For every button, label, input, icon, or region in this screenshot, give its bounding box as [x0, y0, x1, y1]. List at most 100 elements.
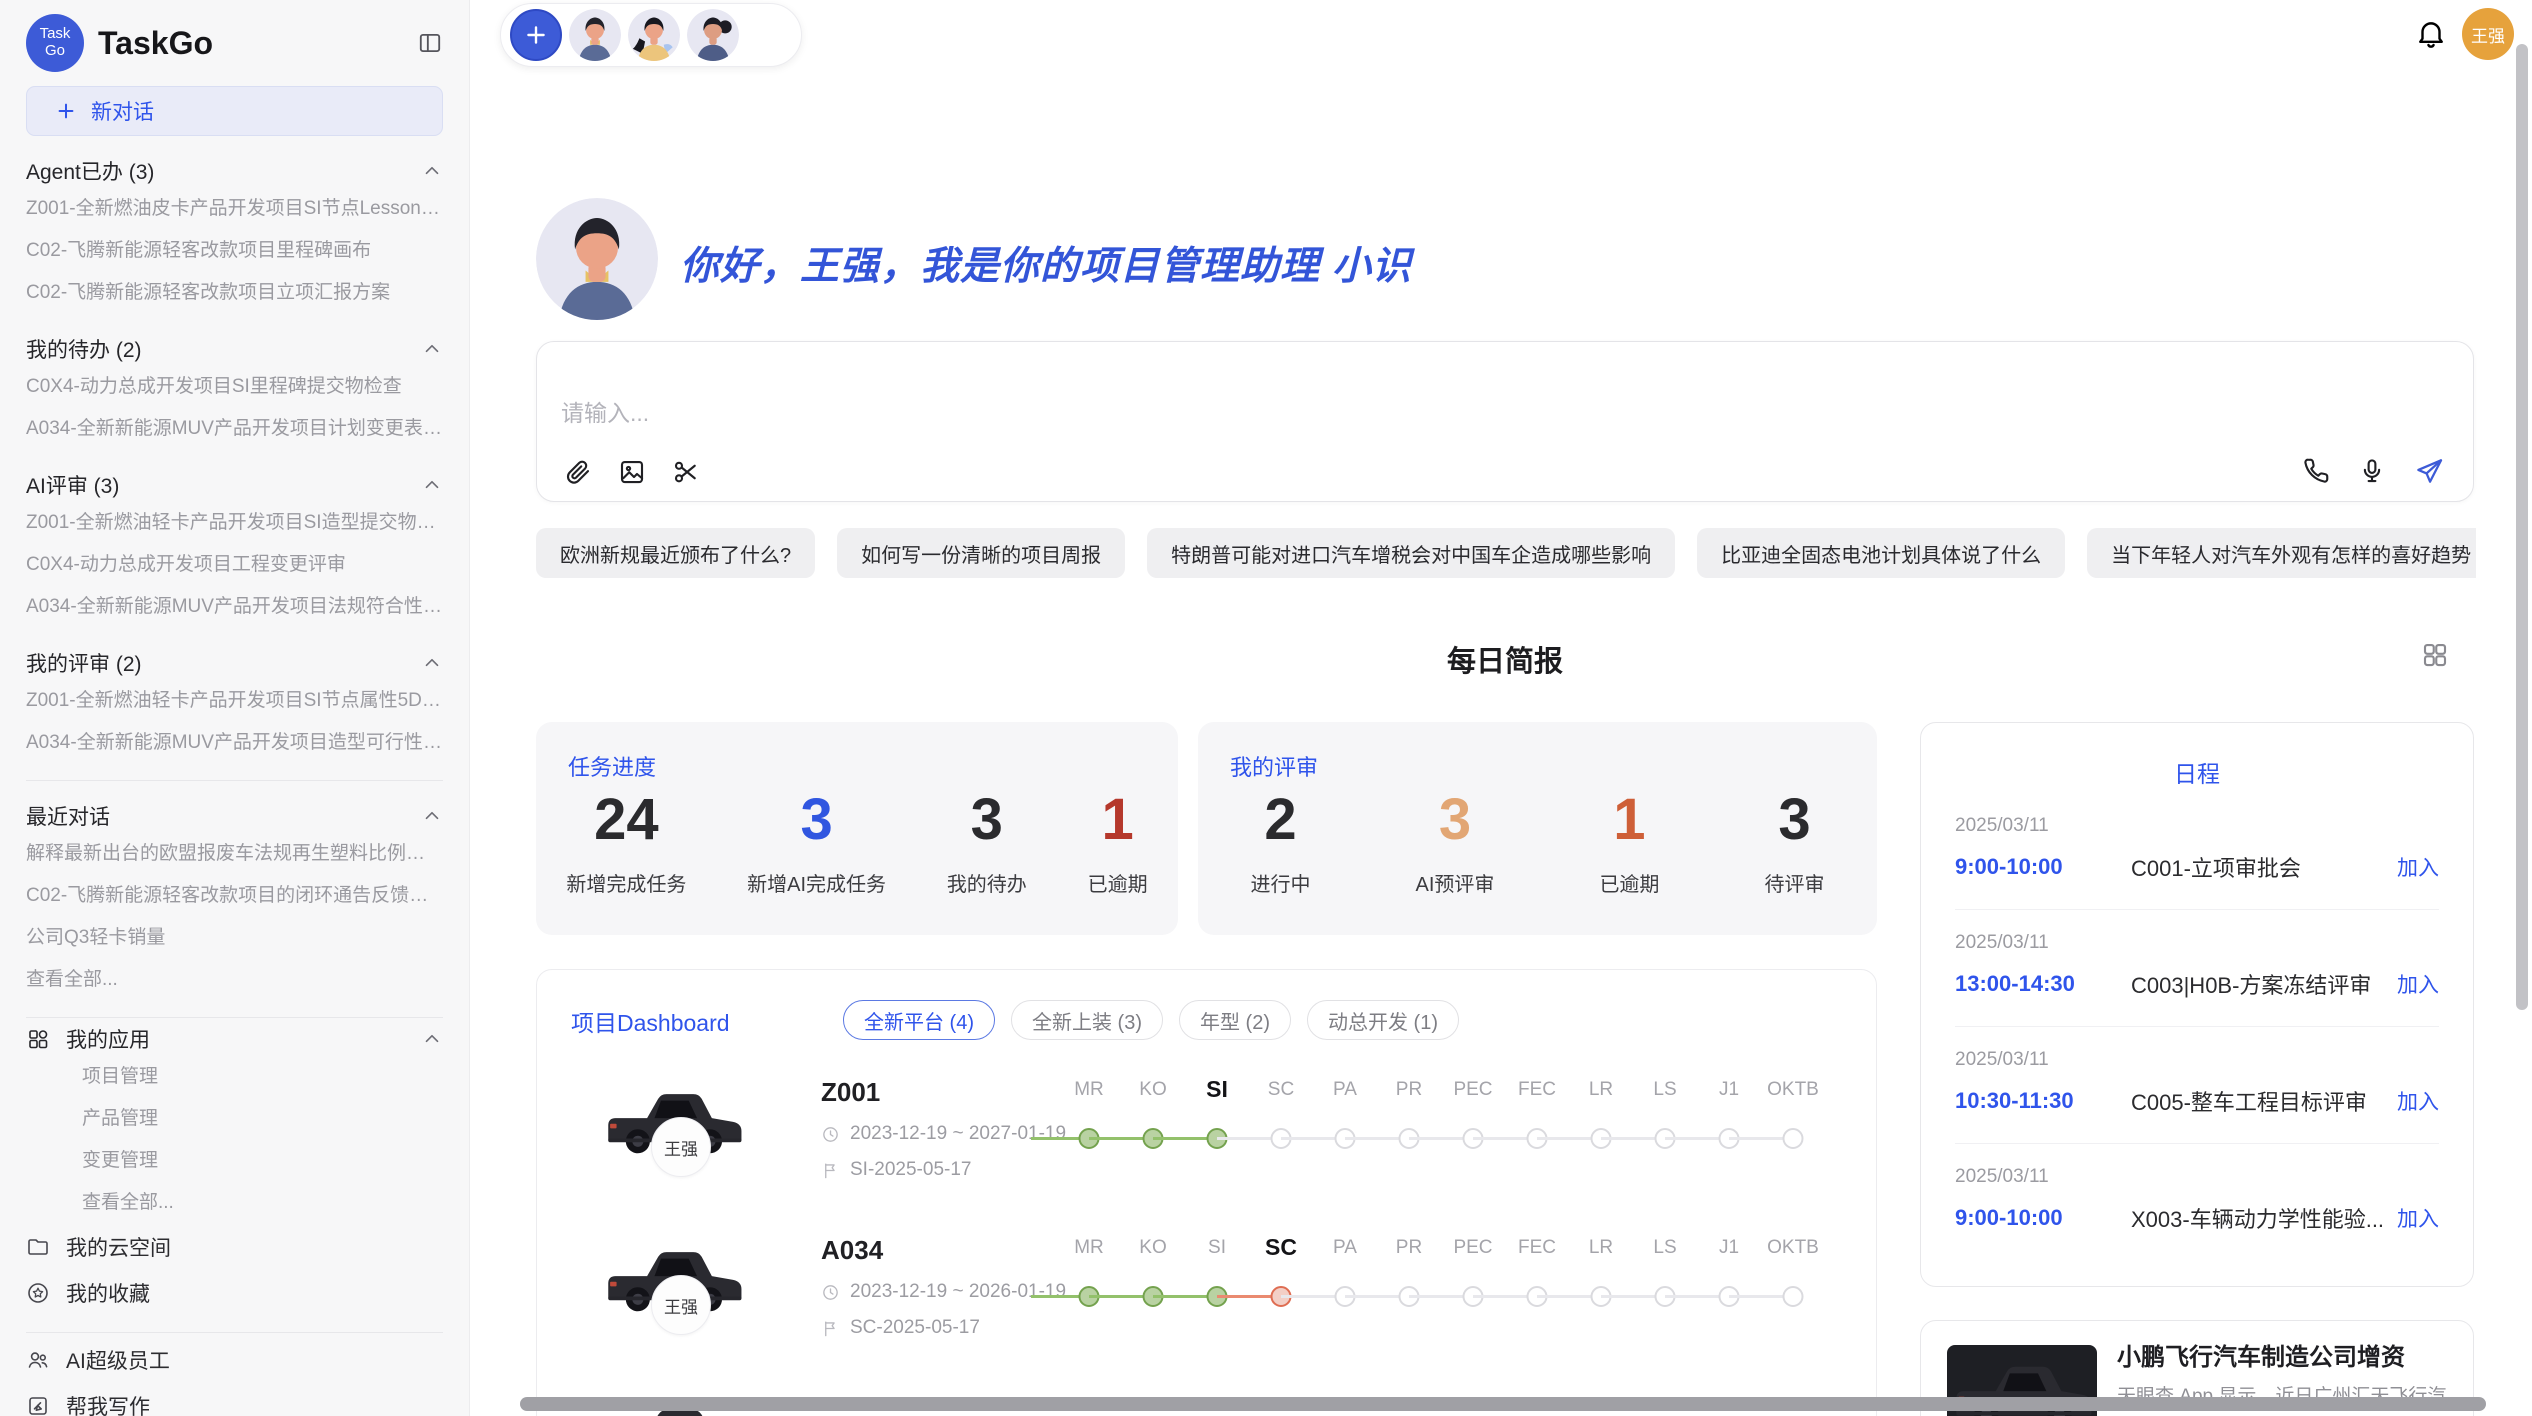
stat-新增完成任务: 24新增完成任务: [566, 788, 686, 897]
sidebar-item-label: 我的云空间: [66, 1232, 171, 1262]
greeting-text: 你好，王强，我是你的项目管理助理 小识: [680, 235, 1412, 291]
sidebar-section-header[interactable]: 我的评审 (2): [26, 646, 443, 680]
main-area: 王强 你好，王强，我是你的项目管理助理 小识 欧洲新规最近颁布了什么? 如何写一份…: [470, 0, 2532, 1416]
recent-view-all-link[interactable]: 查看全部...: [26, 959, 443, 1001]
milestone-FEC: FEC: [1505, 1077, 1569, 1163]
milestone-OKTB: OKTB: [1761, 1235, 1825, 1321]
app-item[interactable]: 项目管理: [26, 1056, 443, 1098]
send-button[interactable]: [2413, 455, 2445, 487]
sidebar-item[interactable]: A034-全新新能源MUV产品开发项目计划变更表编写: [26, 408, 443, 450]
new-chat-button[interactable]: 新对话: [26, 86, 443, 136]
suggestion-chip-2[interactable]: 特朗普可能对进口汽车增税会对中国车企造成哪些影响: [1147, 528, 1675, 578]
sidebar-item[interactable]: Z001-全新燃油轻卡产品开发项目SI节点属性5D文件评审: [26, 680, 443, 722]
milestone-label: SC: [1249, 1079, 1313, 1101]
voice-call-button[interactable]: [2301, 456, 2331, 486]
dashboard-tab-2[interactable]: 年型 (2): [1179, 1000, 1291, 1040]
stat-value: 3: [800, 788, 832, 852]
panel-collapse-icon: [417, 30, 443, 56]
view-all-schedule-link[interactable]: 查看所有日程: [1921, 1260, 2473, 1287]
milestone-label: PEC: [1441, 1079, 1505, 1101]
sidebar-item[interactable]: Z001-全新燃油轻卡产品开发项目SI造型提交物评审: [26, 502, 443, 544]
sidebar-section-header[interactable]: Agent已办 (3): [26, 154, 443, 188]
milestone-label: LS: [1633, 1237, 1697, 1259]
chevron-up-icon: [421, 338, 443, 360]
app-logo: Task Go: [26, 14, 84, 72]
suggestion-chip-1[interactable]: 如何写一份清晰的项目周报: [837, 528, 1125, 578]
recent-conversation-item[interactable]: C02-飞腾新能源轻客改款项目的闭环通告反馈情况: [26, 875, 443, 917]
sidebar-item[interactable]: C0X4-动力总成开发项目SI里程碑提交物检查: [26, 366, 443, 408]
sidebar-item[interactable]: A034-全新新能源MUV产品开发项目造型可行性评审: [26, 722, 443, 764]
briefing-layout-button[interactable]: [2420, 640, 2450, 670]
join-meeting-link[interactable]: 加入: [2397, 969, 2439, 999]
recent-conversation-item[interactable]: 公司Q3轻卡销量: [26, 917, 443, 959]
stat-value: 24: [594, 788, 659, 852]
schedule-item-2: 2025/03/1110:30-11:30C005-整车工程目标评审加入: [1955, 1027, 2439, 1144]
daily-briefing-title: 每日简报: [536, 638, 2474, 680]
milestone-PA: PA: [1313, 1077, 1377, 1163]
dashboard-tab-0[interactable]: 全新平台 (4): [843, 1000, 995, 1040]
agent-avatar[interactable]: [628, 9, 680, 61]
card-title: 我的评审: [1230, 750, 1318, 782]
sidebar-item-favorites[interactable]: 我的收藏: [26, 1270, 443, 1316]
milestone-PR: PR: [1377, 1235, 1441, 1321]
schedule-event-title: C003|H0B-方案冻结评审: [2131, 968, 2385, 1000]
schedule-event-title: C001-立项审批会: [2131, 851, 2385, 883]
milestone-SC: SC: [1249, 1235, 1313, 1321]
user-avatar[interactable]: 王强: [2462, 8, 2514, 60]
sidebar-section-1: 我的待办 (2)C0X4-动力总成开发项目SI里程碑提交物检查A034-全新新能…: [26, 332, 443, 450]
agent-avatar[interactable]: [569, 9, 621, 61]
mic-icon: [2357, 456, 2387, 486]
dashboard-tab-1[interactable]: 全新上装 (3): [1011, 1000, 1163, 1040]
agent-avatar[interactable]: [687, 9, 739, 61]
sidebar-section-header[interactable]: AI评审 (3): [26, 468, 443, 502]
sidebar: Task Go TaskGo 新对话 Agent已办 (3)Z001-全新燃油皮…: [0, 0, 470, 1416]
recent-conversation-item[interactable]: 解释最新出台的欧盟报废车法规再生塑料比例被调至15%...: [26, 833, 443, 875]
clock-icon: [821, 1125, 840, 1144]
ai-staff-icon: [26, 1348, 50, 1372]
milestone-J1: J1: [1697, 1077, 1761, 1163]
sidebar-item-ai-staff[interactable]: AI超级员工: [26, 1337, 443, 1383]
sidebar-collapse-button[interactable]: [417, 30, 443, 56]
recent-section-header[interactable]: 最近对话: [26, 799, 443, 833]
composer-input[interactable]: [561, 400, 1761, 427]
sidebar-shortcuts: 我的云空间我的收藏: [26, 1224, 443, 1316]
schedule-item-1: 2025/03/1113:00-14:30C003|H0B-方案冻结评审加入: [1955, 910, 2439, 1027]
sidebar-item[interactable]: A034-全新新能源MUV产品开发项目法规符合性评审: [26, 586, 443, 628]
add-session-button[interactable]: [510, 9, 562, 61]
microphone-button[interactable]: [2357, 456, 2387, 486]
suggestion-chip-3[interactable]: 比亚迪全固态电池计划具体说了什么: [1697, 528, 2065, 578]
apps-view-all-link[interactable]: 查看全部...: [26, 1182, 443, 1224]
sidebar-item[interactable]: Z001-全新燃油皮卡产品开发项目SI节点Lesson Learn报告: [26, 188, 443, 230]
my-apps: 我的应用项目管理产品管理变更管理查看全部...: [26, 1022, 443, 1224]
sidebar-section-header[interactable]: 我的待办 (2): [26, 332, 443, 366]
app-item[interactable]: 产品管理: [26, 1098, 443, 1140]
join-meeting-link[interactable]: 加入: [2397, 1086, 2439, 1116]
sidebar-item[interactable]: C02-飞腾新能源轻客改款项目立项汇报方案: [26, 272, 443, 314]
news-title: 小鹏飞行汽车制造公司增资: [2117, 1337, 2405, 1372]
sidebar-header: Task Go TaskGo: [26, 12, 443, 74]
flag-icon: [821, 1319, 840, 1338]
vertical-scrollbar[interactable]: [2516, 44, 2528, 1010]
join-meeting-link[interactable]: 加入: [2397, 1203, 2439, 1233]
project-list: 王强Z0012023-12-19 ~ 2027-01-19SI-2025-05-…: [537, 1073, 1876, 1416]
milestone-label: LS: [1633, 1079, 1697, 1101]
dashboard-tab-3[interactable]: 动总开发 (1): [1307, 1000, 1459, 1040]
suggestion-chip-4[interactable]: 当下年轻人对汽车外观有怎样的喜好趋势: [2087, 528, 2476, 578]
image-icon: [617, 457, 647, 487]
suggestion-chip-0[interactable]: 欧洲新规最近颁布了什么?: [536, 528, 815, 578]
attach-image-button[interactable]: [617, 457, 647, 487]
app-item[interactable]: 变更管理: [26, 1140, 443, 1182]
horizontal-scrollbar[interactable]: [520, 1397, 2486, 1411]
notifications-button[interactable]: [2414, 16, 2448, 50]
sidebar-item[interactable]: C0X4-动力总成开发项目工程变更评审: [26, 544, 443, 586]
milestone-label: OKTB: [1761, 1237, 1825, 1259]
screenshot-button[interactable]: [671, 457, 701, 487]
avatar-illustration: [569, 9, 621, 61]
join-meeting-link[interactable]: 加入: [2397, 852, 2439, 882]
sidebar-item[interactable]: C02-飞腾新能源轻客改款项目里程碑画布: [26, 230, 443, 272]
my-apps-header[interactable]: 我的应用: [26, 1022, 443, 1056]
sidebar-item-help-write[interactable]: 帮我写作: [26, 1383, 443, 1416]
sidebar-item-cloud-space[interactable]: 我的云空间: [26, 1224, 443, 1270]
attach-file-button[interactable]: [563, 457, 593, 487]
milestone-SC: SC: [1249, 1077, 1313, 1163]
